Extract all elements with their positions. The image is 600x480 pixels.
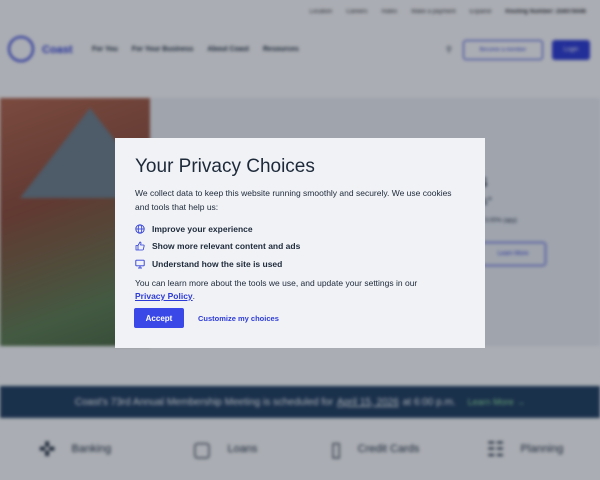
purpose-item: Understand how the site is used bbox=[135, 255, 465, 273]
privacy-policy-link[interactable]: Privacy Policy bbox=[135, 291, 193, 301]
more-text-period: . bbox=[192, 291, 196, 301]
globe-icon bbox=[135, 224, 145, 234]
customize-choices-link[interactable]: Customize my choices bbox=[198, 314, 279, 323]
more-text-body: You can learn more about the tools we us… bbox=[135, 277, 418, 288]
thumbs-up-icon bbox=[135, 241, 145, 251]
dialog-intro: We collect data to keep this website run… bbox=[135, 188, 452, 212]
purpose-label: Show more relevant content and ads bbox=[152, 241, 301, 252]
purpose-item: Show more relevant content and ads bbox=[135, 238, 465, 256]
monitor-icon bbox=[135, 259, 145, 269]
dialog-more-text: You can learn more about the tools we us… bbox=[135, 277, 465, 304]
purpose-label: Improve your experience bbox=[152, 223, 253, 234]
accept-button[interactable]: Accept bbox=[134, 308, 184, 328]
purpose-label: Understand how the site is used bbox=[152, 258, 283, 269]
purpose-list: Improve your experience Show more releva… bbox=[135, 220, 465, 273]
dialog-actions: Accept Customize my choices bbox=[134, 308, 279, 328]
privacy-dialog: Your Privacy Choices We collect data to … bbox=[115, 138, 485, 348]
purpose-item: Improve your experience bbox=[135, 220, 465, 238]
dialog-title: Your Privacy Choices bbox=[135, 156, 315, 177]
